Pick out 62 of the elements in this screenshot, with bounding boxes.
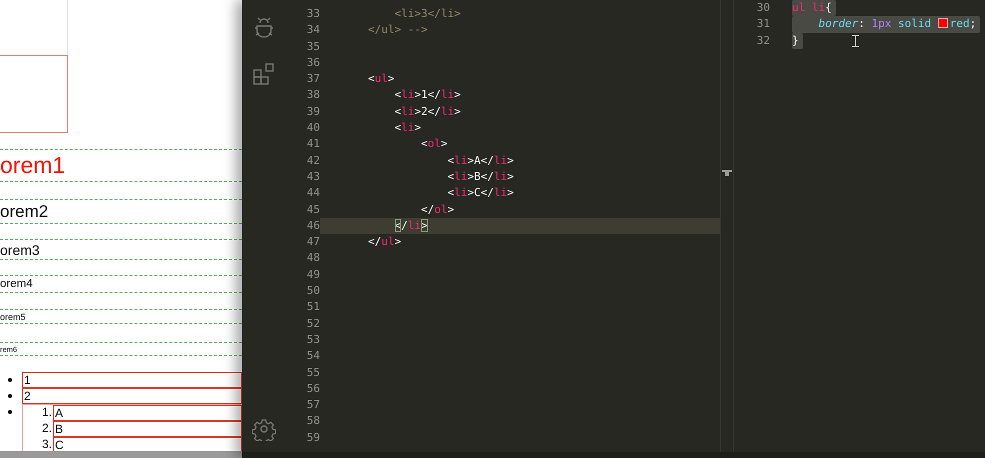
line-number: 49: [306, 266, 320, 283]
line-number: 38: [306, 87, 320, 104]
line-number: 37: [306, 71, 320, 88]
heading: orem5: [0, 309, 242, 324]
bullet-icon: [8, 394, 12, 398]
line-number: 44: [306, 185, 320, 202]
line-number: 34: [306, 22, 320, 38]
line-number: 43: [306, 168, 320, 185]
code-line: </ol>: [420, 202, 454, 218]
code-line: <li>A</li>: [446, 152, 514, 169]
line-number: 55: [306, 364, 320, 381]
scrollbar[interactable]: [0, 451, 242, 458]
line-number: 50: [306, 283, 320, 300]
code-line: </ul> -->: [368, 22, 428, 38]
list-item: 1: [22, 372, 242, 388]
line-number: 42: [306, 152, 320, 169]
list-item: 2: [22, 388, 242, 404]
code-line: <ul>: [368, 71, 394, 88]
heading: orem4: [0, 275, 242, 293]
line-number: 33: [306, 6, 320, 22]
line-number: 47: [306, 234, 320, 250]
code-line: <li>B</li>: [446, 168, 514, 185]
line-number: 54: [306, 348, 320, 364]
bullet-icon: [8, 410, 12, 414]
list-item: A: [53, 405, 242, 421]
line-number: 31: [756, 16, 770, 32]
list-item: B: [53, 421, 242, 437]
line-number: 53: [306, 332, 320, 348]
text-cursor-icon: [852, 35, 859, 47]
line-number: 46: [286, 218, 320, 234]
list-number: 1.: [40, 405, 53, 420]
line-number: 41: [306, 136, 320, 152]
line-number: 35: [306, 38, 320, 55]
line-number: 58: [306, 413, 320, 430]
list-number: 2.: [40, 421, 53, 436]
line-number: 36: [306, 54, 320, 71]
line-number: 45: [306, 202, 320, 218]
line-number: 57: [306, 397, 320, 414]
extensions-icon[interactable]: [252, 62, 276, 86]
list-number: 3.: [40, 437, 53, 452]
code-line: </ul>: [368, 234, 402, 250]
code-line: <ol>: [420, 136, 448, 152]
code-line: <li>3</li>: [393, 6, 461, 22]
line-number: 40: [306, 120, 320, 136]
code-line: <li>1</li>: [393, 87, 461, 104]
line-number: 51: [306, 299, 320, 316]
line-number: 56: [306, 380, 320, 397]
code-line: <li>C</li>: [446, 185, 514, 202]
line-number: 59: [306, 430, 320, 446]
code-line: <li>2</li>: [393, 104, 461, 120]
bullet-icon: [8, 378, 12, 382]
heading: orem3: [0, 239, 242, 260]
scroll-marker-icon: [722, 170, 732, 176]
code-line: <li>: [393, 120, 421, 136]
line-number: 39: [306, 104, 320, 120]
line-number: 48: [306, 250, 320, 266]
line-number: 32: [756, 32, 770, 49]
line-number: 52: [306, 316, 320, 332]
settings-icon[interactable]: [252, 417, 276, 441]
line-number: 30: [756, 0, 770, 16]
heading: orem2: [0, 199, 242, 224]
bug-icon[interactable]: [252, 16, 276, 40]
